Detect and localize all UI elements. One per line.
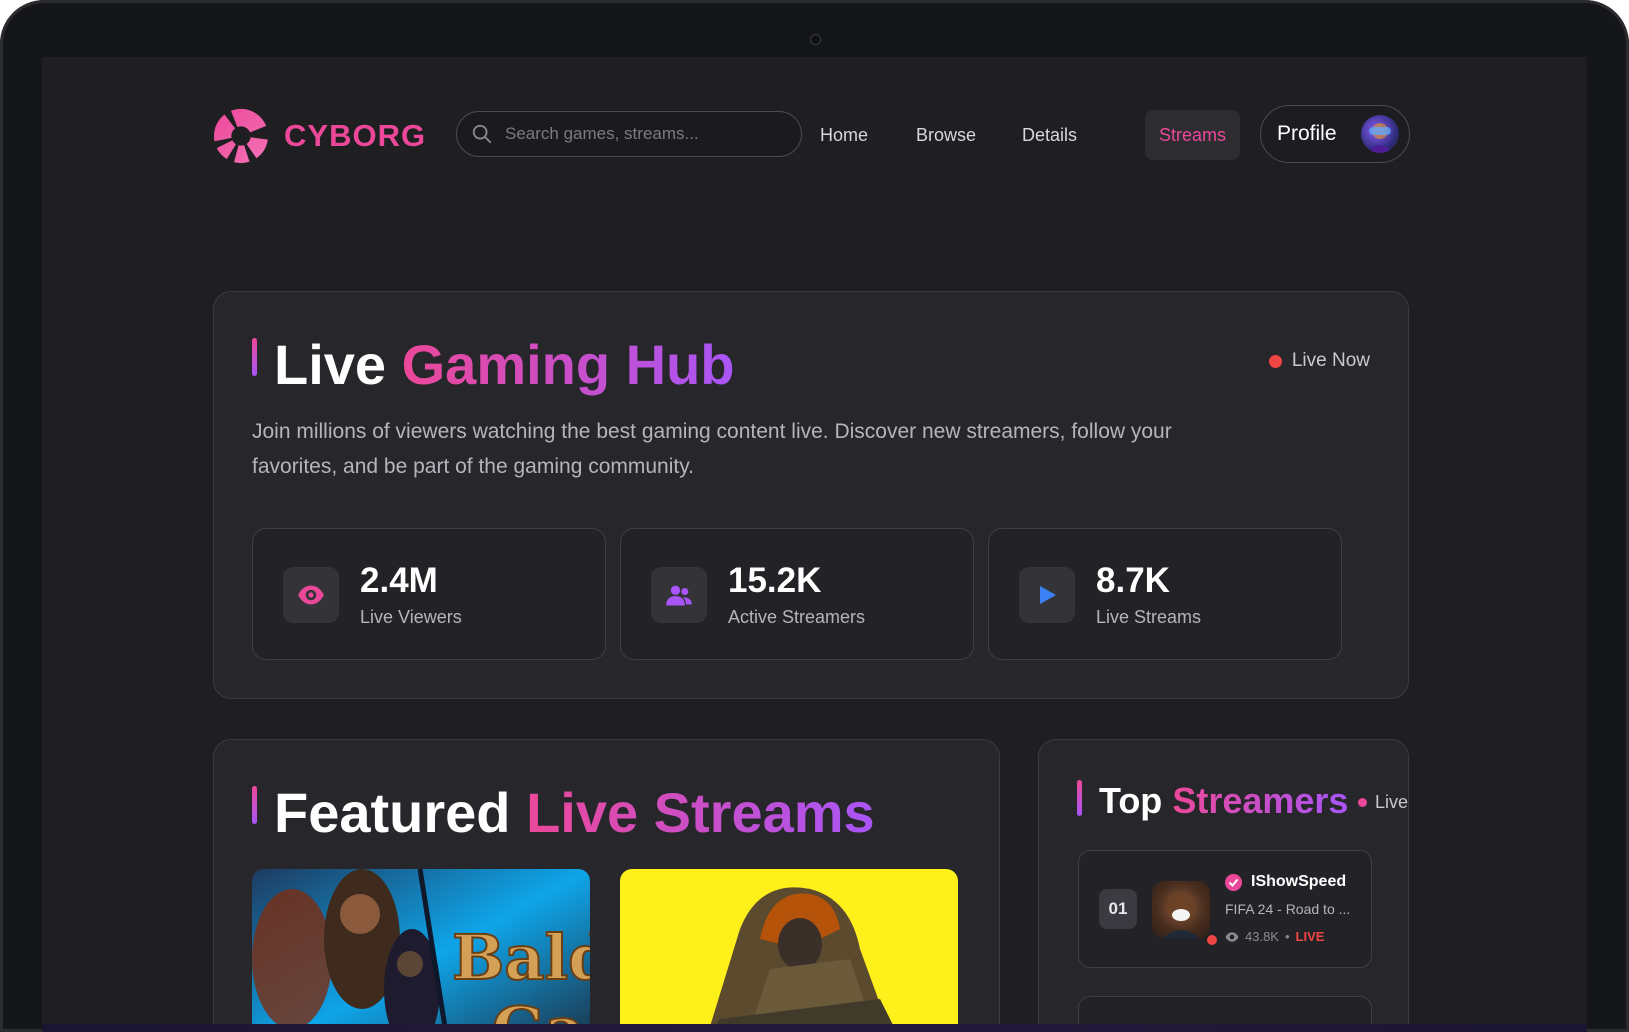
search-bar[interactable] — [456, 111, 802, 157]
featured-title: Featured Live Streams — [274, 780, 875, 845]
stat-card-streamers: 15.2K Active Streamers — [620, 528, 974, 660]
stat-value: 2.4M — [360, 561, 438, 600]
streamer-viewers: 43.8K — [1245, 929, 1279, 944]
cyborg-logo-icon — [212, 107, 270, 165]
title-accent-bar — [252, 338, 257, 376]
live-now-status: Live Now — [1268, 350, 1370, 372]
top-title-highlight: Streamers — [1172, 780, 1349, 821]
stat-label: Live Streams — [1096, 607, 1202, 627]
top-streamers-section: Top Streamers Live 01 IShowSpeed FIFA 24… — [1038, 739, 1409, 1032]
stat-value: 15.2K — [728, 561, 822, 600]
stat-label: Live Viewers — [360, 607, 462, 627]
nav-home[interactable]: Home — [806, 110, 882, 160]
hero-title-highlight: Gaming Hub — [401, 333, 735, 396]
baldurs-gate-logo-text: Bald — [452, 921, 590, 994]
streamer-name: IShowSpeed — [1251, 873, 1347, 890]
search-input[interactable] — [503, 123, 787, 145]
users-icon — [651, 567, 707, 623]
streamer-avatar — [1152, 881, 1210, 939]
top-live-label: Live — [1374, 792, 1408, 812]
search-icon — [472, 124, 492, 144]
eye-icon — [283, 567, 339, 623]
live-dot-icon — [1205, 933, 1219, 947]
streamer-game: FIFA 24 - Road to ... — [1225, 901, 1351, 917]
camera-icon — [810, 34, 821, 45]
play-icon — [1019, 567, 1075, 623]
screen: CYBORG Home Browse Details Streams Profi… — [42, 57, 1587, 1032]
hero-description: Join millions of viewers watching the be… — [252, 420, 1172, 478]
stat-card-viewers: 2.4M Live Viewers — [252, 528, 606, 660]
profile-label: Profile — [1277, 122, 1337, 145]
live-dot-icon — [1357, 798, 1367, 807]
stat-card-streams: 8.7K Live Streams — [988, 528, 1342, 660]
streamer-meta: 43.8K • LIVE — [1225, 929, 1324, 944]
verified-icon — [1225, 874, 1242, 891]
eye-icon — [1225, 931, 1239, 942]
avatar — [1361, 115, 1399, 153]
top-title-plain: Top — [1099, 780, 1163, 821]
live-dot-icon — [1268, 354, 1282, 368]
rank-badge: 01 — [1099, 889, 1137, 929]
featured-title-plain: Featured — [274, 781, 511, 844]
baldurs-gate-thumbnail[interactable]: Bald Ga — [252, 869, 590, 1032]
separator-dot: • — [1284, 929, 1290, 944]
nav-browse[interactable]: Browse — [902, 110, 990, 160]
live-now-label: Live Now — [1291, 350, 1370, 371]
stat-label: Active Streamers — [728, 607, 866, 627]
cyberpunk-thumbnail[interactable]: Cyberpunk — [620, 869, 958, 1032]
top-live-indicator: Live — [1357, 792, 1408, 813]
streamer-live-badge: LIVE — [1295, 929, 1325, 944]
featured-title-highlight: Live Streams — [526, 781, 875, 844]
screen-bottom-edge — [42, 1024, 1587, 1032]
title-accent-bar — [1077, 780, 1082, 816]
stat-value: 8.7K — [1096, 561, 1170, 600]
logo-text: CYBORG — [284, 118, 427, 153]
streamer-card[interactable]: 01 IShowSpeed FIFA 24 - Road to ... 43.8… — [1078, 850, 1372, 968]
hero-card: Live Gaming Hub Live Now Join millions o… — [213, 291, 1409, 699]
featured-streams-section: Featured Live Streams Bald Ga — [213, 739, 1000, 1032]
hero-title-plain: Live — [274, 333, 387, 396]
nav-streams[interactable]: Streams — [1145, 110, 1241, 160]
top-streamers-title: Top Streamers — [1099, 780, 1348, 822]
logo[interactable]: CYBORG — [212, 107, 426, 165]
hero-title: Live Gaming Hub — [274, 332, 735, 397]
nav-details[interactable]: Details — [1008, 110, 1091, 160]
profile-button[interactable]: Profile — [1260, 105, 1410, 163]
title-accent-bar — [252, 786, 257, 824]
